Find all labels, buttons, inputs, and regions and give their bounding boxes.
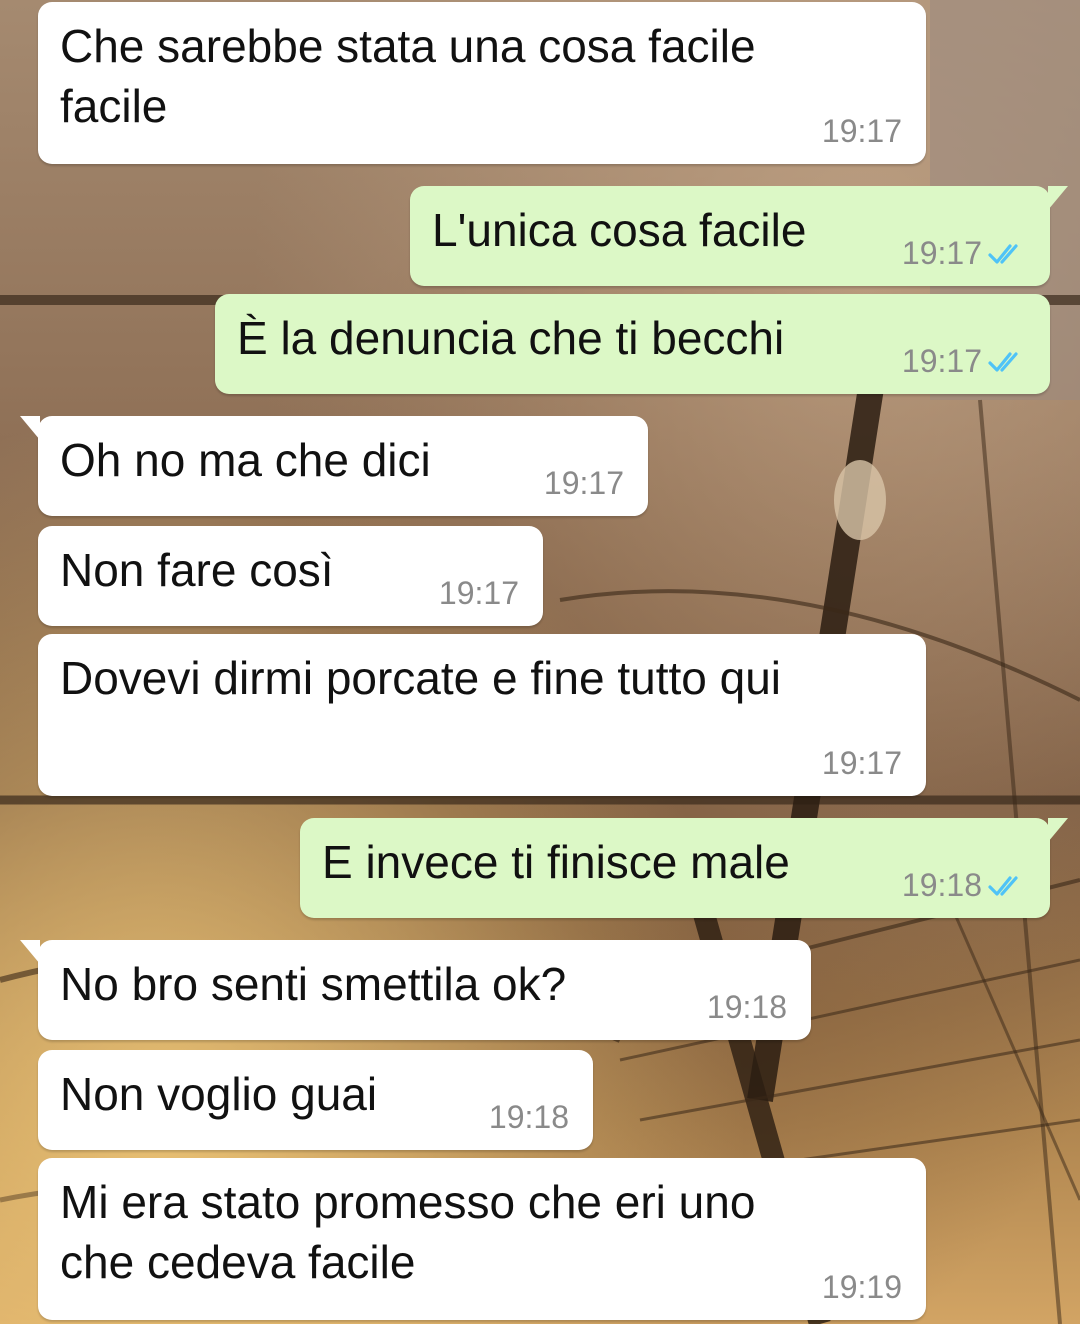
message-text: Che sarebbe stata una cosa facile facile — [60, 20, 756, 132]
message-time: 19:17 — [543, 465, 624, 501]
message-incoming[interactable]: Non fare così 19:17 — [38, 526, 543, 626]
message-incoming[interactable]: No bro senti smettila ok? 19:18 — [20, 940, 811, 1040]
message-text: E invece ti finisce male — [322, 836, 790, 888]
message-text: È la denuncia che ti becchi — [237, 312, 785, 364]
message-meta: 19:19 — [822, 1269, 902, 1306]
conversation[interactable]: Che sarebbe stata una cosa facile facile… — [0, 0, 1080, 1324]
message-meta: 19:17 — [439, 575, 519, 612]
bubble-tail — [20, 416, 40, 440]
message-text: Non voglio guai — [60, 1068, 378, 1120]
message-meta: 19:18 — [902, 867, 1026, 904]
message-incoming[interactable]: Oh no ma che dici 19:17 — [20, 416, 648, 516]
message-time: 19:17 — [901, 343, 982, 379]
message-text: L'unica cosa facile — [432, 204, 807, 256]
message-text: Oh no ma che dici — [60, 434, 431, 486]
message-meta: 19:17 — [902, 343, 1026, 380]
message-meta: 19:17 — [822, 745, 902, 782]
message-text: No bro senti smettila ok? — [60, 958, 567, 1010]
message-text: Non fare così — [60, 544, 334, 596]
message-outgoing[interactable]: È la denuncia che ti becchi 19:17 — [215, 294, 1050, 394]
message-time: 19:19 — [821, 1269, 902, 1305]
message-incoming[interactable]: Dovevi dirmi porcate e fine tutto qui 19… — [38, 634, 926, 796]
message-time: 19:18 — [901, 867, 982, 903]
message-meta: 19:18 — [489, 1099, 569, 1136]
message-meta: 19:18 — [707, 989, 787, 1026]
message-time: 19:18 — [488, 1099, 569, 1135]
double-check-read-icon — [988, 875, 1018, 896]
message-incoming[interactable]: Che sarebbe stata una cosa facile facile… — [38, 2, 926, 164]
bubble-tail — [1048, 818, 1068, 842]
message-outgoing[interactable]: E invece ti finisce male 19:18 — [300, 818, 1068, 918]
message-time: 19:18 — [706, 989, 787, 1025]
bubble-tail — [20, 940, 40, 964]
message-time: 19:17 — [821, 745, 902, 781]
message-meta: 19:17 — [902, 235, 1026, 272]
message-time: 19:17 — [821, 113, 902, 149]
message-time: 19:17 — [901, 235, 982, 271]
message-text: Mi era stato promesso che eri uno che ce… — [60, 1176, 756, 1288]
message-outgoing[interactable]: L'unica cosa facile 19:17 — [410, 186, 1068, 286]
message-incoming[interactable]: Mi era stato promesso che eri uno che ce… — [38, 1158, 926, 1320]
message-meta: 19:17 — [544, 465, 624, 502]
double-check-read-icon — [988, 243, 1018, 264]
message-incoming[interactable]: Non voglio guai 19:18 — [38, 1050, 593, 1150]
message-text: Dovevi dirmi porcate e fine tutto qui — [60, 652, 782, 704]
double-check-read-icon — [988, 351, 1018, 372]
message-time: 19:17 — [438, 575, 519, 611]
message-meta: 19:17 — [822, 113, 902, 150]
bubble-tail — [1048, 186, 1068, 210]
